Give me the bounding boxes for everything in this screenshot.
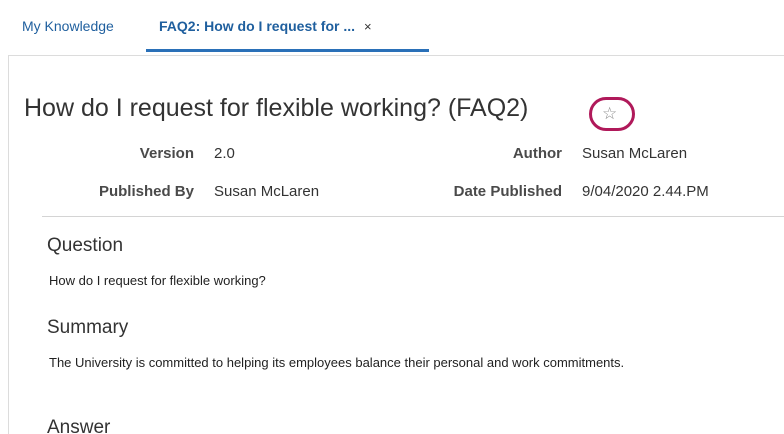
- summary-body: The University is committed to helping i…: [49, 355, 625, 370]
- published-by-value: Susan McLaren: [214, 183, 320, 200]
- author-value: Susan McLaren: [582, 145, 688, 162]
- version-value: 2.0: [214, 145, 235, 162]
- answer-heading: Answer: [47, 417, 111, 434]
- divider: [42, 216, 784, 217]
- date-published-label: Date Published: [453, 183, 562, 200]
- tab-bar: My Knowledge FAQ2: How do I request for …: [0, 0, 784, 52]
- active-tab-indicator: [146, 49, 429, 52]
- tab-my-knowledge[interactable]: My Knowledge: [22, 18, 114, 34]
- summary-heading: Summary: [47, 317, 129, 338]
- close-icon[interactable]: ×: [364, 19, 372, 34]
- tab-faq2-label: FAQ2: How do I request for ...: [159, 18, 356, 34]
- version-label: Version: [139, 145, 194, 162]
- author-label: Author: [512, 145, 562, 162]
- date-published-value: 9/04/2020 2.44.PM: [582, 183, 709, 200]
- article-title: How do I request for flexible working? (…: [24, 94, 529, 122]
- published-by-label: Published By: [98, 183, 194, 200]
- question-heading: Question: [47, 235, 124, 256]
- star-icon[interactable]: ☆: [602, 104, 617, 124]
- question-body: How do I request for flexible working?: [49, 273, 266, 288]
- tab-faq2[interactable]: FAQ2: How do I request for ... ×: [159, 18, 372, 34]
